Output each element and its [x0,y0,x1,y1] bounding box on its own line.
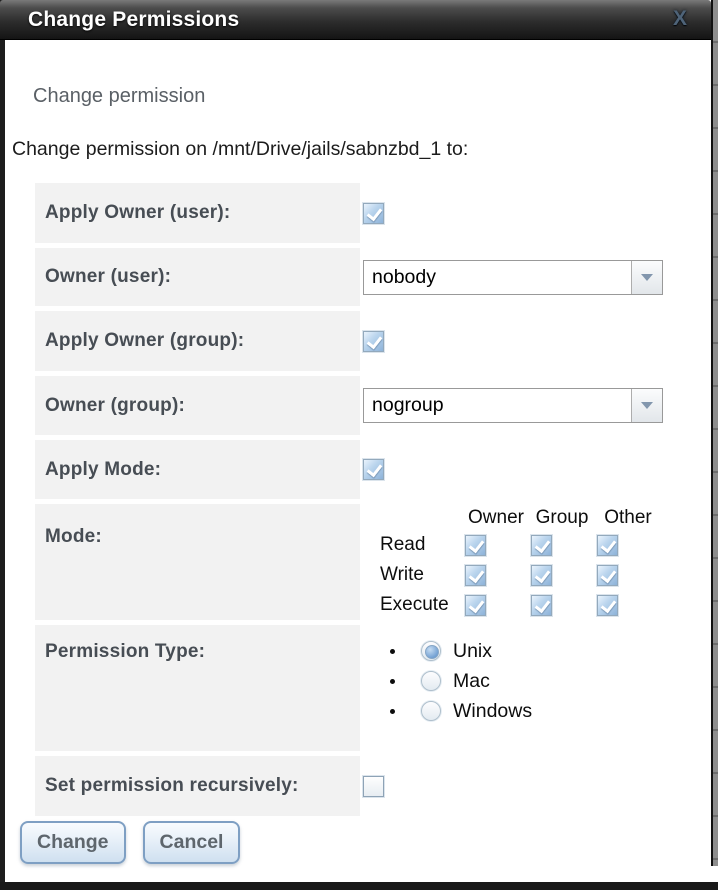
apply-mode-checkbox[interactable] [363,459,384,480]
apply-owner-user-label: Apply Owner (user): [35,183,360,243]
windows-radio-label: Windows [453,700,532,723]
mac-radio-label: Mac [453,670,490,693]
apply-owner-group-label: Apply Owner (group): [35,311,360,371]
mode-label: Mode: [35,504,360,620]
permission-type-label: Permission Type: [35,625,360,751]
bullet-icon [390,649,395,654]
dialog-content: Change permission Change permission on /… [5,40,711,882]
background-page-edge [711,0,718,866]
bullet-icon [390,679,395,684]
mode-write-owner-checkbox[interactable] [465,565,486,586]
mode-col-group: Group [529,506,595,530]
permission-type-list: Unix Mac Windows [363,636,532,726]
dialog-heading: Change permission [33,85,205,108]
owner-user-value: nobody [364,261,631,294]
mode-execute-owner-checkbox[interactable] [465,595,486,616]
recursive-label: Set permission recursively: [35,756,360,816]
row-owner-group: Owner (group): nogroup [35,376,664,435]
close-icon[interactable]: X [673,7,687,31]
row-apply-mode: Apply Mode: [35,440,664,499]
permission-type-option-unix[interactable]: Unix [363,636,532,666]
path-description: Change permission on /mnt/Drive/jails/sa… [12,138,468,161]
row-owner-user: Owner (user): nobody [35,248,664,306]
unix-radio[interactable] [421,641,441,661]
unix-radio-label: Unix [453,640,492,663]
mode-write-group-checkbox[interactable] [531,565,552,586]
mode-read-group-checkbox[interactable] [531,535,552,556]
dialog-title: Change Permissions [28,8,239,32]
mode-execute-other-checkbox[interactable] [597,595,618,616]
apply-mode-label: Apply Mode: [35,440,360,499]
dialog-titlebar[interactable]: Change Permissions X [0,0,711,40]
owner-group-value: nogroup [364,389,631,422]
permission-type-option-windows[interactable]: Windows [363,696,532,726]
mode-row-execute-label: Execute [363,590,463,620]
dialog-actions: Change Cancel [20,821,240,864]
cancel-button[interactable]: Cancel [143,821,241,864]
mode-row-write-label: Write [363,560,463,590]
mac-radio[interactable] [421,671,441,691]
recursive-checkbox[interactable] [363,776,384,797]
row-apply-owner-group: Apply Owner (group): [35,311,664,371]
row-recursive: Set permission recursively: [35,756,664,816]
row-apply-owner-user: Apply Owner (user): [35,183,664,243]
row-mode: Mode: Owner Group Other Read Write [35,504,664,620]
mode-grid: Owner Group Other Read Write Execute [363,506,661,620]
mode-grid-corner [363,506,463,530]
mode-row-read-label: Read [363,530,463,560]
permission-type-option-mac[interactable]: Mac [363,666,532,696]
mode-read-owner-checkbox[interactable] [465,535,486,556]
owner-group-dropdown-button[interactable] [631,389,662,422]
windows-radio[interactable] [421,701,441,721]
owner-user-dropdown-button[interactable] [631,261,662,294]
mode-read-other-checkbox[interactable] [597,535,618,556]
chevron-down-icon [641,402,653,409]
permissions-form: Apply Owner (user): Owner (user): nobody… [35,183,664,816]
mode-execute-group-checkbox[interactable] [531,595,552,616]
change-button[interactable]: Change [20,821,126,864]
change-permissions-dialog: Change Permissions X Change permission C… [0,0,711,890]
mode-col-owner: Owner [463,506,529,530]
owner-group-label: Owner (group): [35,376,360,435]
dialog-bottom-border [0,882,718,890]
row-permission-type: Permission Type: Unix Mac [35,625,664,751]
mode-col-other: Other [595,506,661,530]
chevron-down-icon [641,274,653,281]
owner-user-label: Owner (user): [35,248,360,306]
mode-write-other-checkbox[interactable] [597,565,618,586]
apply-owner-group-checkbox[interactable] [363,331,384,352]
apply-owner-user-checkbox[interactable] [363,203,384,224]
owner-group-dropdown[interactable]: nogroup [363,388,663,423]
owner-user-dropdown[interactable]: nobody [363,260,663,295]
bullet-icon [390,709,395,714]
